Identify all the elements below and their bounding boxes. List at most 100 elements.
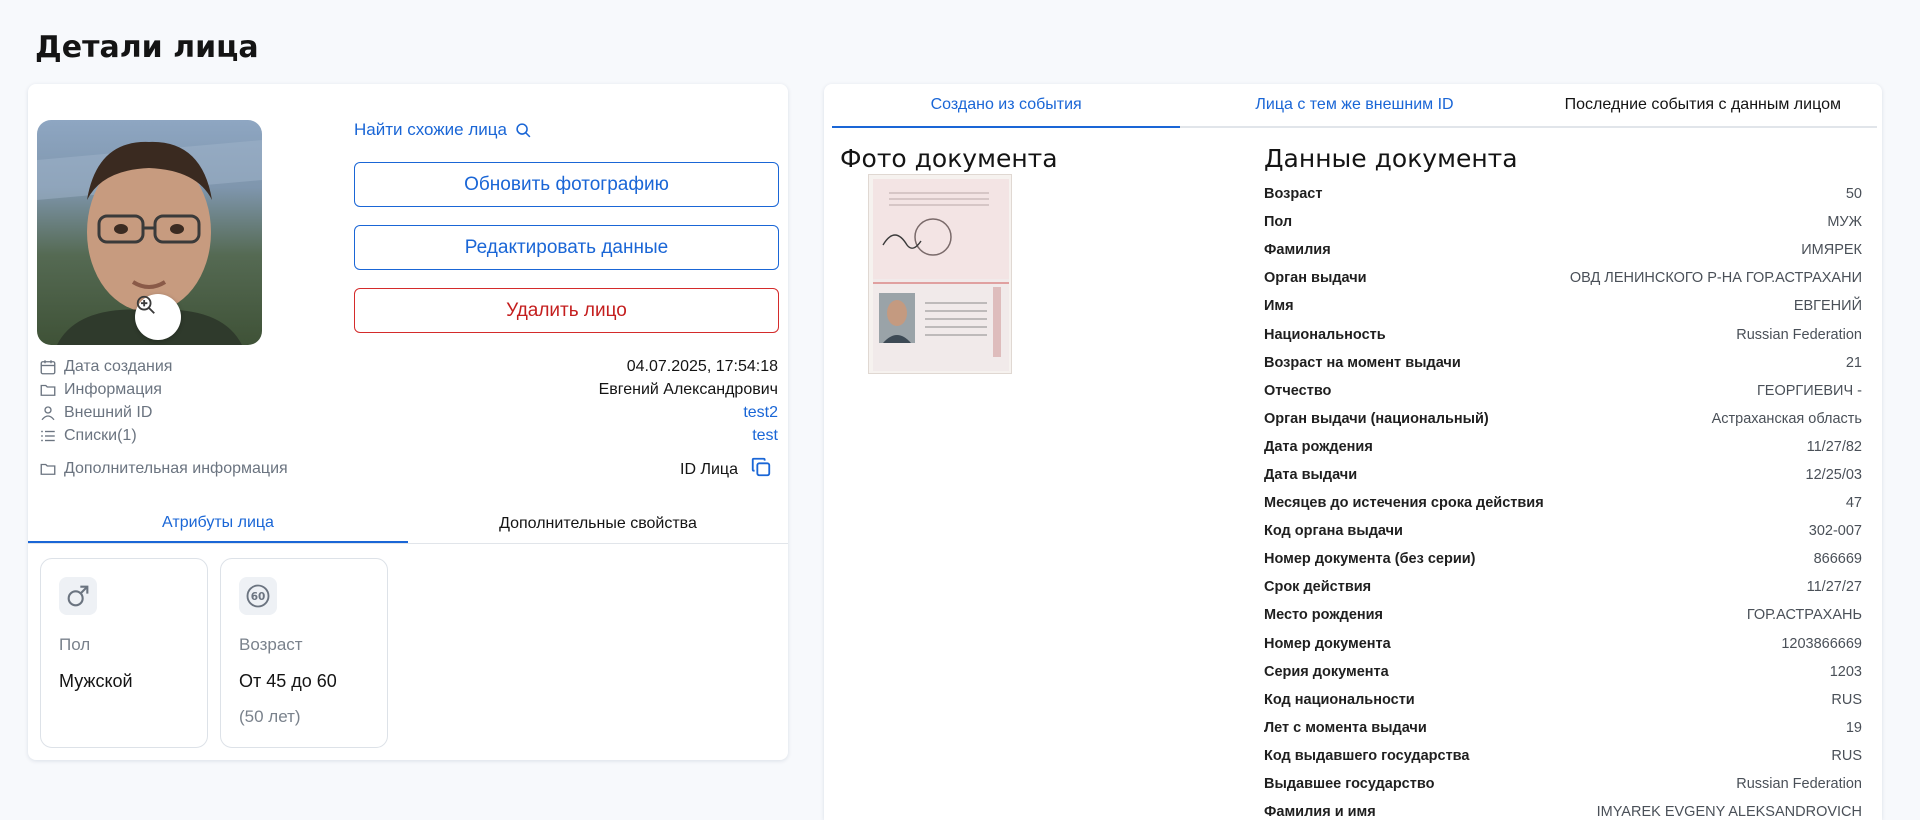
user-icon: [38, 403, 58, 423]
list-link[interactable]: test: [752, 427, 778, 445]
external-id-link[interactable]: test2: [743, 404, 778, 422]
document-field-value: 1203866669: [1781, 635, 1862, 652]
svg-text:60: 60: [251, 591, 266, 603]
document-field-value: IMYAREK EVGENY ALEKSANDROVICH: [1596, 804, 1862, 820]
zoom-photo-button[interactable]: [135, 294, 181, 340]
document-field-value: RUS: [1831, 691, 1862, 708]
document-field-row: Дата выдачи 12/25/03: [1264, 461, 1862, 489]
document-field-key: Имя: [1264, 298, 1294, 315]
info-row-created: Дата создания 04.07.2025, 17:54:18: [38, 356, 778, 378]
folder-icon: [38, 459, 58, 479]
document-field-key: Дата рождения: [1264, 438, 1373, 455]
additional-info-row[interactable]: Дополнительная информация: [38, 458, 458, 480]
face-photo[interactable]: [37, 120, 262, 345]
document-field-value: 302-007: [1808, 523, 1862, 540]
document-field-row: Пол МУЖ: [1264, 208, 1862, 236]
document-field-row: Серия документа 1203: [1264, 658, 1862, 686]
document-fields: Возраст 50 Пол МУЖ Фамилия ИМЯРЕК Орган выдачи…: [1264, 180, 1862, 820]
document-field-key: Возраст: [1264, 186, 1323, 203]
document-field-key: Срок действия: [1264, 579, 1372, 596]
document-field-row: Имя ЕВГЕНИЙ: [1264, 292, 1862, 320]
document-field-key: Возраст на момент выдачи: [1264, 354, 1461, 371]
document-field-value: Астраханская область: [1711, 410, 1862, 427]
list-icon: [38, 426, 58, 446]
document-field-row: Номер документа 1203866669: [1264, 630, 1862, 658]
document-field-row: Орган выдачи (национальный) Астраханская …: [1264, 405, 1862, 433]
document-field-row: Фамилия и имя IMYAREK EVGENY ALEKSANDROVI…: [1264, 798, 1862, 820]
attribute-label: Возраст: [239, 635, 303, 654]
info-value: Евгений Александрович: [598, 381, 778, 398]
document-field-row: Код национальности RUS: [1264, 686, 1862, 714]
find-similar-label: Найти схожие лица: [354, 120, 507, 139]
document-field-key: Орган выдачи (национальный): [1264, 410, 1489, 427]
folder-icon: [38, 380, 58, 400]
document-field-key: Фамилия: [1264, 242, 1331, 259]
info-row-lists: Списки(1) test: [38, 425, 778, 447]
document-field-value: ГЕОРГИЕВИЧ -: [1756, 382, 1862, 399]
document-field-value: ЕВГЕНИЙ: [1793, 298, 1862, 315]
document-field-row: Национальность Russian Federation: [1264, 320, 1862, 348]
document-tabs: Создано из события Лица с тем же внешним…: [832, 84, 1877, 128]
document-field-key: Код выдавшего государства: [1264, 747, 1470, 764]
search-icon: [516, 122, 531, 137]
delete-face-button[interactable]: Удалить лицо: [354, 288, 779, 333]
document-field-row: Фамилия ИМЯРЕК: [1264, 236, 1862, 264]
attribute-card-age: 60 Возраст От 45 до 60 (50 лет): [220, 558, 388, 748]
info-label: Информация: [64, 381, 162, 398]
document-field-key: Лет с момента выдачи: [1264, 719, 1427, 736]
copy-icon[interactable]: [750, 456, 772, 483]
document-field-row: Место рождения ГОР.АСТРАХАНЬ: [1264, 601, 1862, 629]
document-field-row: Номер документа (без серии) 866669: [1264, 545, 1862, 573]
attribute-sub: (50 лет): [239, 707, 301, 726]
attribute-value: От 45 до 60: [239, 671, 337, 691]
document-field-key: Фамилия и имя: [1264, 804, 1376, 820]
document-field-value: ИМЯРЕК: [1801, 242, 1862, 259]
attribute-value: Мужской: [59, 671, 133, 691]
document-field-value: ОВД ЛЕНИНСКОГО Р-НА ГОР.АСТРАХАНИ: [1569, 270, 1862, 287]
document-field-row: Отчество ГЕОРГИЕВИЧ -: [1264, 377, 1862, 405]
document-field-value: 19: [1845, 719, 1862, 736]
document-field-value: 21: [1845, 354, 1862, 371]
document-field-row: Код органа выдачи 302-007: [1264, 517, 1862, 545]
document-field-key: Номер документа: [1264, 635, 1391, 652]
update-photo-button[interactable]: Обновить фотографию: [354, 162, 779, 207]
document-field-value: Russian Federation: [1736, 326, 1862, 343]
tab-same-external-id[interactable]: Лица с тем же внешним ID: [1180, 84, 1528, 126]
document-field-row: Месяцев до истечения срока действия 47: [1264, 489, 1862, 517]
age-60-icon: 60: [239, 577, 277, 615]
info-label: Списки(1): [64, 427, 137, 444]
document-field-row: Возраст 50: [1264, 180, 1862, 208]
document-card: Создано из события Лица с тем же внешним…: [824, 84, 1882, 820]
document-field-value: 11/27/27: [1806, 579, 1862, 596]
tab-recent-events[interactable]: Последние события с данным лицом: [1529, 84, 1877, 126]
tab-face-attributes[interactable]: Атрибуты лица: [28, 504, 408, 543]
find-similar-faces-link[interactable]: Найти схожие лица: [354, 120, 532, 140]
document-field-value: 1203: [1829, 663, 1862, 680]
edit-data-button[interactable]: Редактировать данные: [354, 225, 779, 270]
document-field-row: Лет с момента выдачи 19: [1264, 714, 1862, 742]
info-label: Внешний ID: [64, 404, 153, 421]
document-field-row: Срок действия 11/27/27: [1264, 573, 1862, 601]
info-row-information: Информация Евгений Александрович: [38, 379, 778, 401]
face-details-card: Найти схожие лица Обновить фотографию Ре…: [28, 84, 788, 760]
document-field-value: 12/25/03: [1805, 466, 1862, 483]
document-field-key: Серия документа: [1264, 663, 1389, 680]
document-field-value: ГОР.АСТРАХАНЬ: [1746, 607, 1862, 624]
document-field-key: Орган выдачи: [1264, 270, 1367, 287]
document-field-key: Код органа выдачи: [1264, 523, 1403, 540]
document-photo-title: Фото документа: [840, 144, 1058, 173]
tab-additional-properties[interactable]: Дополнительные свойства: [408, 504, 788, 543]
tab-created-from-event[interactable]: Создано из события: [832, 84, 1181, 128]
face-id-label: ID Лица: [680, 460, 738, 478]
document-field-value: 50: [1845, 186, 1862, 203]
document-field-row: Возраст на момент выдачи 21: [1264, 349, 1862, 377]
attribute-label: Пол: [59, 635, 91, 654]
document-photo[interactable]: [868, 174, 1012, 374]
document-field-value: МУЖ: [1827, 214, 1862, 231]
document-field-key: Отчество: [1264, 382, 1332, 399]
document-field-row: Код выдавшего государства RUS: [1264, 742, 1862, 770]
document-field-value: Russian Federation: [1736, 776, 1862, 793]
calendar-icon: [38, 357, 58, 377]
document-data-title: Данные документа: [1264, 144, 1518, 173]
info-row-external-id: Внешний ID test2: [38, 402, 778, 424]
